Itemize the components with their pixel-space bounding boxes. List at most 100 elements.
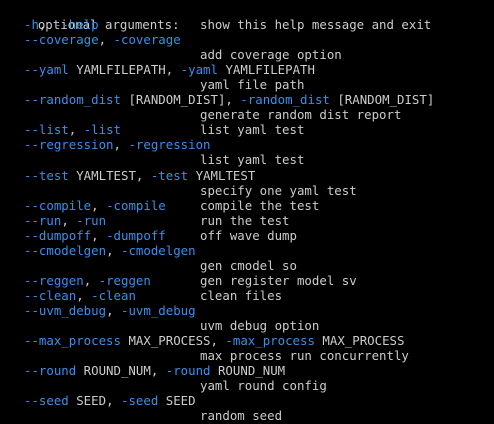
options-list: -h, --help show this help message and exi… bbox=[0, 17, 494, 423]
option-text: SEED bbox=[158, 393, 196, 409]
option-description-line: random seed bbox=[0, 408, 494, 423]
option-line: --coverage, -coverage bbox=[0, 32, 494, 47]
option-flag: --coverage bbox=[24, 32, 99, 48]
option-flag: -round bbox=[165, 363, 211, 379]
option-line: --round ROUND_NUM, -round ROUND_NUM bbox=[0, 363, 494, 378]
option-text: , bbox=[61, 212, 77, 228]
option-flag: --yaml bbox=[24, 62, 69, 78]
option-flag: -seed bbox=[120, 393, 159, 409]
option-description: yaml file path bbox=[200, 77, 305, 93]
option-flag: -reggen bbox=[98, 272, 151, 288]
option-description-line: max process run concurrently bbox=[0, 348, 494, 363]
option-description: uvm debug option bbox=[200, 317, 320, 333]
option-flag: --clean bbox=[24, 287, 77, 303]
option-line: --max_process MAX_PROCESS, -max_process … bbox=[0, 333, 494, 348]
option-flag: -h bbox=[24, 17, 39, 33]
option-description: list yaml test bbox=[200, 122, 305, 138]
option-flag: -max_process bbox=[225, 333, 315, 349]
option-description-line: yaml file path bbox=[0, 77, 494, 92]
option-line: --cmodelgen, -cmodelgen bbox=[0, 243, 494, 258]
option-description: max process run concurrently bbox=[200, 348, 409, 364]
option-text: , bbox=[91, 197, 107, 213]
option-text: , bbox=[106, 302, 121, 318]
option-description: add coverage option bbox=[200, 47, 342, 63]
option-text: YAMLTEST, bbox=[68, 167, 151, 183]
option-description-line: list yaml test bbox=[0, 152, 494, 167]
option-flag: --list bbox=[24, 122, 69, 138]
option-flag: -regression bbox=[128, 137, 211, 153]
option-description-line: uvm debug option bbox=[0, 318, 494, 333]
option-description-line: add coverage option bbox=[0, 47, 494, 62]
option-flag: -uvm_debug bbox=[120, 302, 196, 318]
option-flag: -clean bbox=[91, 287, 136, 303]
option-description-line: yaml round config bbox=[0, 378, 494, 393]
option-flag: -run bbox=[76, 212, 107, 228]
option-description: list yaml test bbox=[200, 152, 305, 168]
option-text: , bbox=[83, 272, 99, 288]
option-text: ROUND_NUM, bbox=[76, 363, 166, 379]
option-text: MAX_PROCESS bbox=[314, 333, 405, 349]
option-flag: --regression bbox=[24, 137, 114, 153]
option-line: --reggen, -reggen gen register model sv bbox=[0, 273, 494, 288]
option-description: compile the test bbox=[200, 197, 320, 213]
option-text: ROUND_NUM bbox=[210, 363, 286, 379]
option-text: , bbox=[91, 227, 107, 243]
option-text: YAMLTEST bbox=[188, 167, 256, 183]
option-line: --clean, -clean clean files bbox=[0, 288, 494, 303]
option-text: SEED, bbox=[68, 393, 121, 409]
option-flag: -cmodelgen bbox=[120, 242, 196, 258]
option-flag: -list bbox=[83, 122, 121, 138]
option-flag: --help bbox=[53, 17, 99, 33]
option-flag: --max_process bbox=[24, 333, 121, 349]
option-text: , bbox=[106, 242, 121, 258]
option-description: yaml round config bbox=[200, 378, 327, 394]
option-text: , bbox=[68, 122, 84, 138]
option-flag: --compile bbox=[24, 197, 92, 213]
option-line: --random_dist [RANDOM_DIST], -random_dis… bbox=[0, 92, 494, 107]
option-description: show this help message and exit bbox=[200, 17, 432, 33]
option-description-line: gen cmodel so bbox=[0, 258, 494, 273]
option-text: , bbox=[38, 17, 54, 33]
option-flag: --round bbox=[24, 363, 77, 379]
option-text: MAX_PROCESS, bbox=[120, 333, 226, 349]
option-flag: -coverage bbox=[113, 32, 181, 48]
option-flag: --test bbox=[24, 167, 69, 183]
option-line: --list, -list list yaml test bbox=[0, 122, 494, 137]
option-description: gen register model sv bbox=[200, 272, 357, 288]
option-text: [RANDOM_DIST] bbox=[329, 92, 435, 108]
option-description-line: specify one yaml test bbox=[0, 183, 494, 198]
option-flag: --reggen bbox=[24, 272, 84, 288]
option-description: specify one yaml test bbox=[200, 182, 357, 198]
section-header: optional arguments: bbox=[0, 2, 494, 32]
option-line: -h, --help show this help message and exi… bbox=[0, 17, 494, 32]
option-description: clean files bbox=[200, 287, 283, 303]
option-line: --dumpoff, -dumpoff off wave dump bbox=[0, 228, 494, 243]
option-text: [RANDOM_DIST], bbox=[120, 92, 241, 108]
option-description: off wave dump bbox=[200, 227, 297, 243]
option-flag: -yaml bbox=[180, 62, 218, 78]
option-description-line: generate random dist report bbox=[0, 107, 494, 122]
option-flag: --run bbox=[24, 212, 62, 228]
option-description: random seed bbox=[200, 408, 283, 424]
option-text: YAMLFILEPATH bbox=[217, 62, 315, 78]
option-line: --uvm_debug, -uvm_debug bbox=[0, 303, 494, 318]
option-line: --regression, -regression bbox=[0, 137, 494, 152]
option-text: YAMLFILEPATH, bbox=[68, 62, 181, 78]
option-flag: -compile bbox=[106, 197, 166, 213]
option-flag: --random_dist bbox=[24, 92, 121, 108]
option-text: , bbox=[113, 137, 129, 153]
option-line: --run, -run run the test bbox=[0, 213, 494, 228]
option-description: gen cmodel so bbox=[200, 257, 297, 273]
option-line: --yaml YAMLFILEPATH, -yaml YAMLFILEPATH bbox=[0, 62, 494, 77]
option-text: , bbox=[76, 287, 92, 303]
option-flag: -dumpoff bbox=[106, 227, 166, 243]
option-flag: -random_dist bbox=[240, 92, 330, 108]
option-description: generate random dist report bbox=[200, 107, 402, 123]
option-flag: --uvm_debug bbox=[24, 302, 107, 318]
option-line: --compile, -compile compile the test bbox=[0, 198, 494, 213]
option-description: run the test bbox=[200, 212, 290, 228]
option-flag: --dumpoff bbox=[24, 227, 92, 243]
terminal-output: optional arguments: -h, --help show this … bbox=[0, 0, 494, 424]
option-line: --seed SEED, -seed SEED bbox=[0, 393, 494, 408]
option-flag: --seed bbox=[24, 393, 69, 409]
